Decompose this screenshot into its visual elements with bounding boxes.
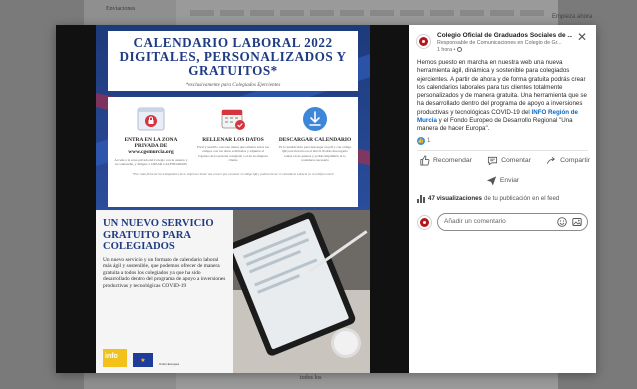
post-viewer-modal: CALENDARIO LABORAL 2022 DIGITALES, PERSO… [56,25,596,373]
author-avatar[interactable] [416,34,431,49]
image-icon[interactable] [572,217,582,227]
comment-button[interactable]: Comentar [487,155,531,166]
background-text-lines [190,10,550,16]
comment-label: Comentar [501,156,531,164]
post-body-text: Hemos puesto en marcha en nuestra web un… [417,59,587,116]
info-logo-text: info [105,353,118,360]
step-3: DESCARGAR CALENDARIO Ya lo tendrás listo… [278,103,352,166]
author-role: Responsable de Comunicaciones en Colegio… [437,40,562,46]
background-heading: Enviaciones [106,6,136,12]
step-3-description: Ya lo tendrás listo para descargar en pd… [278,145,352,162]
poster-bottom-text: Un nuevo servicio y un formato de calend… [103,256,226,289]
poster-bottom-section: UN NUEVO SERVICIO GRATUITO PARA COLEGIAD… [96,210,370,373]
reactions-summary[interactable]: 👍 1 [417,136,588,145]
author-name[interactable]: Colegio Oficial de Graduados Sociales de… [437,32,572,40]
post-stats[interactable]: 47 visualizaciones de tu publicación en … [409,186,596,203]
post-side-panel: Colegio Oficial de Graduados Sociales de… [409,25,596,373]
step-3-title: DESCARGAR CALENDARIO [278,137,352,143]
eu-flag-logo: ★ [133,353,153,367]
step-1-title: ENTRA EN LA ZONA PRIVADA DE www.cgsmurci… [124,137,178,156]
share-label: Compartir [560,156,590,164]
send-button[interactable]: Enviar [486,175,519,186]
tablet-photo [233,210,370,373]
poster-image[interactable]: CALENDARIO LABORAL 2022 DIGITALES, PERSO… [96,25,370,373]
send-label: Enviar [499,176,520,184]
post-actions: Recomendar Comentar Compartir [409,151,596,166]
send-icon [486,176,496,186]
download-icon [301,105,329,133]
globe-icon [456,46,462,52]
send-row: Enviar [409,166,596,186]
calendar-check-icon [219,105,247,133]
step-1: ENTRA EN LA ZONA PRIVADA DE www.cgsmurci… [114,103,188,166]
share-button[interactable]: Compartir [546,155,590,166]
emoji-icon[interactable] [557,216,567,227]
recommend-label: Recomendar [433,156,472,164]
post-body-text-end: y el Fondo Europeo de Desarrollo Regiona… [417,117,573,133]
step-1-description: Accede a la zona privada del Colegio con… [114,157,188,166]
recommend-button[interactable]: Recomendar [419,155,472,166]
views-count: 47 visualizaciones [428,195,482,203]
step-2-title: RELLENAR LOS DATOS [202,137,264,143]
eu-logo-text: Unión Europea [159,362,180,367]
reaction-count: 1 [427,137,431,144]
poster-subtitle: *exclusivamente para Colegiados Ejercien… [185,82,281,88]
like-reaction-icon: 👍 [417,136,425,145]
background-right-text: Empieza ahora [552,14,593,20]
media-viewer: CALENDARIO LABORAL 2022 DIGITALES, PERSO… [56,25,409,373]
poster-bottom-text-block: UN NUEVO SERVICIO GRATUITO PARA COLEGIAD… [96,210,233,373]
share-icon [547,156,556,164]
poster-footnote: *Por cada firma de los trabajadores de t… [132,172,334,177]
post-time-text: 1 hora • [437,46,456,53]
post-time: 1 hora • [437,46,572,54]
comment-composer: Añadir un comentario [409,203,596,231]
user-avatar [417,215,432,231]
post-body: Hemos puesto en marcha en nuestra web un… [409,53,596,134]
poster-title: CALENDARIO LABORAL 2022 DIGITALES, PERSO… [119,35,347,78]
analytics-icon [417,194,425,203]
close-icon[interactable]: ✕ [576,31,588,44]
comment-input[interactable]: Añadir un comentario [437,212,588,231]
info-murcia-logo: info [103,349,127,367]
views-caption: de tu publicación en el feed [484,195,560,203]
coffee-cup [331,328,361,358]
poster-logos: info ★ Unión Europea [103,349,183,367]
poster-bottom-title: UN NUEVO SERVICIO GRATUITO PARA COLEGIAD… [103,218,214,252]
poster-steps: ENTRA EN LA ZONA PRIVADA DE www.cgsmurci… [108,97,358,207]
post-header: Colegio Oficial de Graduados Sociales de… [409,25,596,53]
poster-header: CALENDARIO LABORAL 2022 DIGITALES, PERSO… [96,25,370,210]
organization-logo-icon [419,37,428,46]
comment-placeholder: Añadir un comentario [444,218,506,226]
step-2: RELLENAR LOS DATOS Fácil y sencillo, tan… [196,103,270,166]
step-2-description: Fácil y sencillo, tan solo tienes que re… [197,145,269,162]
author-meta: Colegio Oficial de Graduados Sociales de… [437,32,572,53]
comment-icon [488,156,498,166]
thumbs-up-icon [420,155,430,166]
organization-logo-icon [420,218,429,228]
poster-title-box: CALENDARIO LABORAL 2022 DIGITALES, PERSO… [108,31,358,91]
lock-icon [137,105,165,133]
